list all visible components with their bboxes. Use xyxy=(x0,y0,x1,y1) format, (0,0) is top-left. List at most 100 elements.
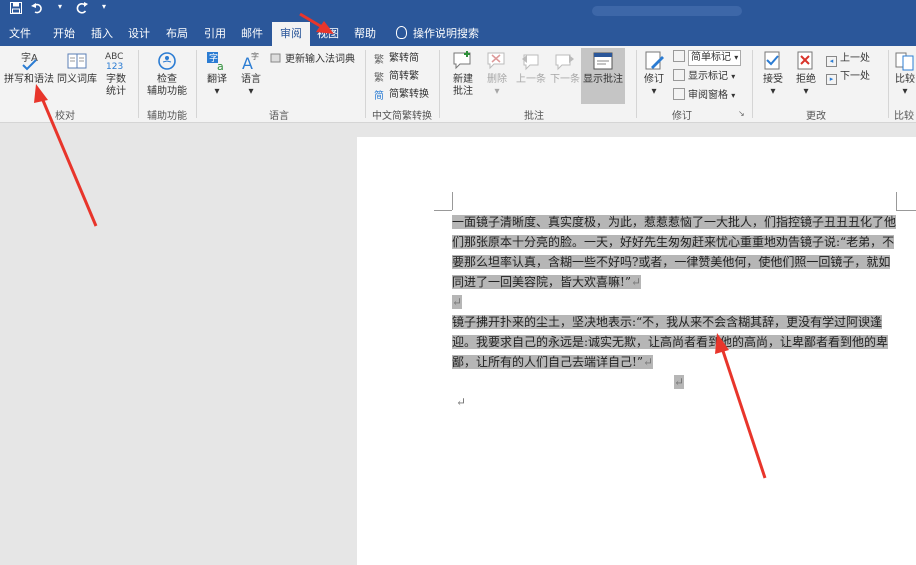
group-divider xyxy=(888,50,889,118)
paragraph[interactable]: 镜子拂开扑来的尘土，坚决地表示:“不，我从来不会含糊其辞，更没有学过阿谀逢迎。我… xyxy=(452,312,896,372)
spelling-grammar-button[interactable]: 字A 拼写和语法 xyxy=(2,50,56,86)
title-bar: ▾ ▾ xyxy=(0,0,916,22)
svg-text:a: a xyxy=(217,60,224,72)
tab-design[interactable]: 设计 xyxy=(121,22,157,46)
new-comment-button[interactable]: 新建 批注 xyxy=(446,50,480,98)
corner-mark xyxy=(896,192,897,210)
next-change-button[interactable]: ▸ 下一处 xyxy=(826,69,870,85)
simplified-to-traditional-button[interactable]: 繁简转繁 xyxy=(374,69,419,85)
show-markup-icon xyxy=(673,69,685,81)
next-comment-icon xyxy=(555,54,574,71)
new-comment-icon xyxy=(453,51,471,70)
group-label-chinese-conversion: 中文简繁转换 xyxy=(372,111,432,122)
group-label-comments: 批注 xyxy=(524,111,544,122)
compare-button[interactable]: 比较 ▾ xyxy=(892,50,916,98)
group-label-accessibility: 辅助功能 xyxy=(147,111,187,122)
dropdown-icon: ▾ xyxy=(902,86,908,97)
show-comments-icon xyxy=(593,52,613,70)
svg-text:字A: 字A xyxy=(21,51,38,64)
paragraph[interactable]: 一面镜子清晰度、真实度极，为此，惹惹惹恼了一大批人，们指控镜子丑丑丑化了他们那张… xyxy=(452,212,897,292)
compare-label: 比较 xyxy=(895,74,915,85)
paragraph[interactable]: ↵ xyxy=(452,292,896,312)
dropdown-icon: ▾ xyxy=(770,86,776,97)
reviewing-pane-label: 审阅窗格 xyxy=(688,90,728,101)
trad-to-simp-icon: 繁 xyxy=(374,55,384,66)
customize-qat-icon[interactable]: ▾ xyxy=(96,2,112,17)
show-comments-button[interactable]: 显示批注 xyxy=(581,48,625,104)
paragraph-mark: ↵ xyxy=(630,275,642,289)
tab-mailings[interactable]: 邮件 xyxy=(234,22,270,46)
dropdown-icon: ▾ xyxy=(651,86,657,97)
tab-review[interactable]: 审阅 xyxy=(272,22,310,46)
delete-comment-button[interactable]: 删除 ▾ xyxy=(482,50,512,98)
language-button[interactable]: A字 语言 ▾ xyxy=(236,50,266,98)
chinese-conversion-button[interactable]: 简简繁转换 xyxy=(374,87,429,103)
accept-label: 接受 xyxy=(763,74,783,85)
word-count-button[interactable]: ABC 123 字数 统计 xyxy=(100,50,132,98)
check-accessibility-label-2: 辅助功能 xyxy=(147,86,187,97)
thesaurus-label: 同义词库 xyxy=(57,74,97,85)
svg-text:字: 字 xyxy=(251,51,259,61)
markup-mode-select[interactable]: 简单标记 ▾ xyxy=(688,50,742,66)
group-divider xyxy=(138,50,139,118)
previous-comment-icon xyxy=(522,54,539,71)
tab-home[interactable]: 开始 xyxy=(46,22,82,46)
document-body[interactable]: 一面镜子清晰度、真实度极，为此，惹惹惹恼了一大批人，们指控镜子丑丑丑化了他们那张… xyxy=(452,212,897,412)
tab-insert[interactable]: 插入 xyxy=(84,22,120,46)
tab-file[interactable]: 文件 xyxy=(2,22,38,46)
undo-icon[interactable] xyxy=(30,2,46,17)
svg-text:ABC: ABC xyxy=(105,52,123,62)
show-markup-button[interactable]: 显示标记 ▾ xyxy=(673,69,735,85)
dropdown-icon: ▾ xyxy=(494,86,500,97)
selected-text[interactable]: 一面镜子清晰度、真实度极，为此，惹惹惹恼了一大批人，们指控镜子丑丑丑化了他们那张… xyxy=(452,215,897,289)
dropdown-icon: ▾ xyxy=(731,91,736,100)
dropdown-icon[interactable]: ▾ xyxy=(52,2,68,17)
show-markup-label: 显示标记 xyxy=(688,71,728,82)
delete-comment-icon xyxy=(487,52,505,70)
track-changes-button[interactable]: 修订 ▾ xyxy=(640,50,668,98)
tab-layout[interactable]: 布局 xyxy=(159,22,195,46)
new-comment-label-2: 批注 xyxy=(453,86,473,97)
traditional-to-simplified-label: 繁转简 xyxy=(389,53,419,64)
paragraph-mark: ↵ xyxy=(452,295,463,309)
tab-view[interactable]: 视图 xyxy=(310,22,346,46)
tab-help[interactable]: 帮助 xyxy=(347,22,383,46)
simplified-to-traditional-label: 简转繁 xyxy=(389,71,419,82)
traditional-to-simplified-button[interactable]: 繁繁转简 xyxy=(374,51,419,67)
paragraph[interactable]: ↵ xyxy=(452,392,896,412)
previous-change-label: 上一处 xyxy=(840,53,870,64)
previous-change-button[interactable]: ◂ 上一处 xyxy=(826,51,870,67)
corner-mark xyxy=(452,192,453,210)
update-ime-dictionary-button[interactable]: 更新输入法词典 xyxy=(270,52,355,68)
accept-button[interactable]: 接受 ▾ xyxy=(758,50,788,98)
lightbulb-icon xyxy=(396,26,407,39)
paragraph-mark: ↵ xyxy=(674,375,685,389)
markup-mode-row: 简单标记 ▾ xyxy=(673,50,742,66)
previous-comment-button[interactable]: 上一条 xyxy=(514,50,548,86)
check-accessibility-button[interactable]: 检查 辅助功能 xyxy=(143,50,191,98)
reviewing-pane-button[interactable]: 审阅窗格 ▾ xyxy=(673,88,735,104)
word-count-label-1: 字数 xyxy=(106,74,126,85)
show-comments-label: 显示批注 xyxy=(583,74,623,85)
thesaurus-button[interactable]: 同义词库 xyxy=(56,50,98,86)
previous-change-icon: ◂ xyxy=(826,56,837,67)
spelling-grammar-label: 拼写和语法 xyxy=(4,74,54,85)
next-comment-button[interactable]: 下一条 xyxy=(548,50,582,86)
tracking-options-launcher-icon[interactable]: ↘ xyxy=(738,109,745,118)
translate-button[interactable]: 字a 翻译 ▾ xyxy=(202,50,232,98)
tell-me-search[interactable]: 操作说明搜索 xyxy=(396,22,479,46)
save-icon[interactable] xyxy=(8,2,24,17)
tell-me-label: 操作说明搜索 xyxy=(413,27,479,40)
paragraph[interactable]: ↵ xyxy=(452,372,896,392)
word-count-label-2: 统计 xyxy=(106,86,126,97)
track-changes-icon xyxy=(645,51,664,70)
corner-mark xyxy=(896,210,916,211)
track-changes-label: 修订 xyxy=(644,74,664,85)
reject-button[interactable]: 拒绝 ▾ xyxy=(791,50,821,98)
markup-mode-value: 简单标记 xyxy=(691,52,731,63)
redo-icon[interactable] xyxy=(74,2,90,17)
tab-references[interactable]: 引用 xyxy=(197,22,233,46)
selected-text[interactable]: 镜子拂开扑来的尘土，坚决地表示:“不，我从来不会含糊其辞，更没有学过阿谀逢迎。我… xyxy=(452,315,889,369)
ime-dictionary-icon xyxy=(270,53,281,63)
reject-icon xyxy=(797,51,813,70)
